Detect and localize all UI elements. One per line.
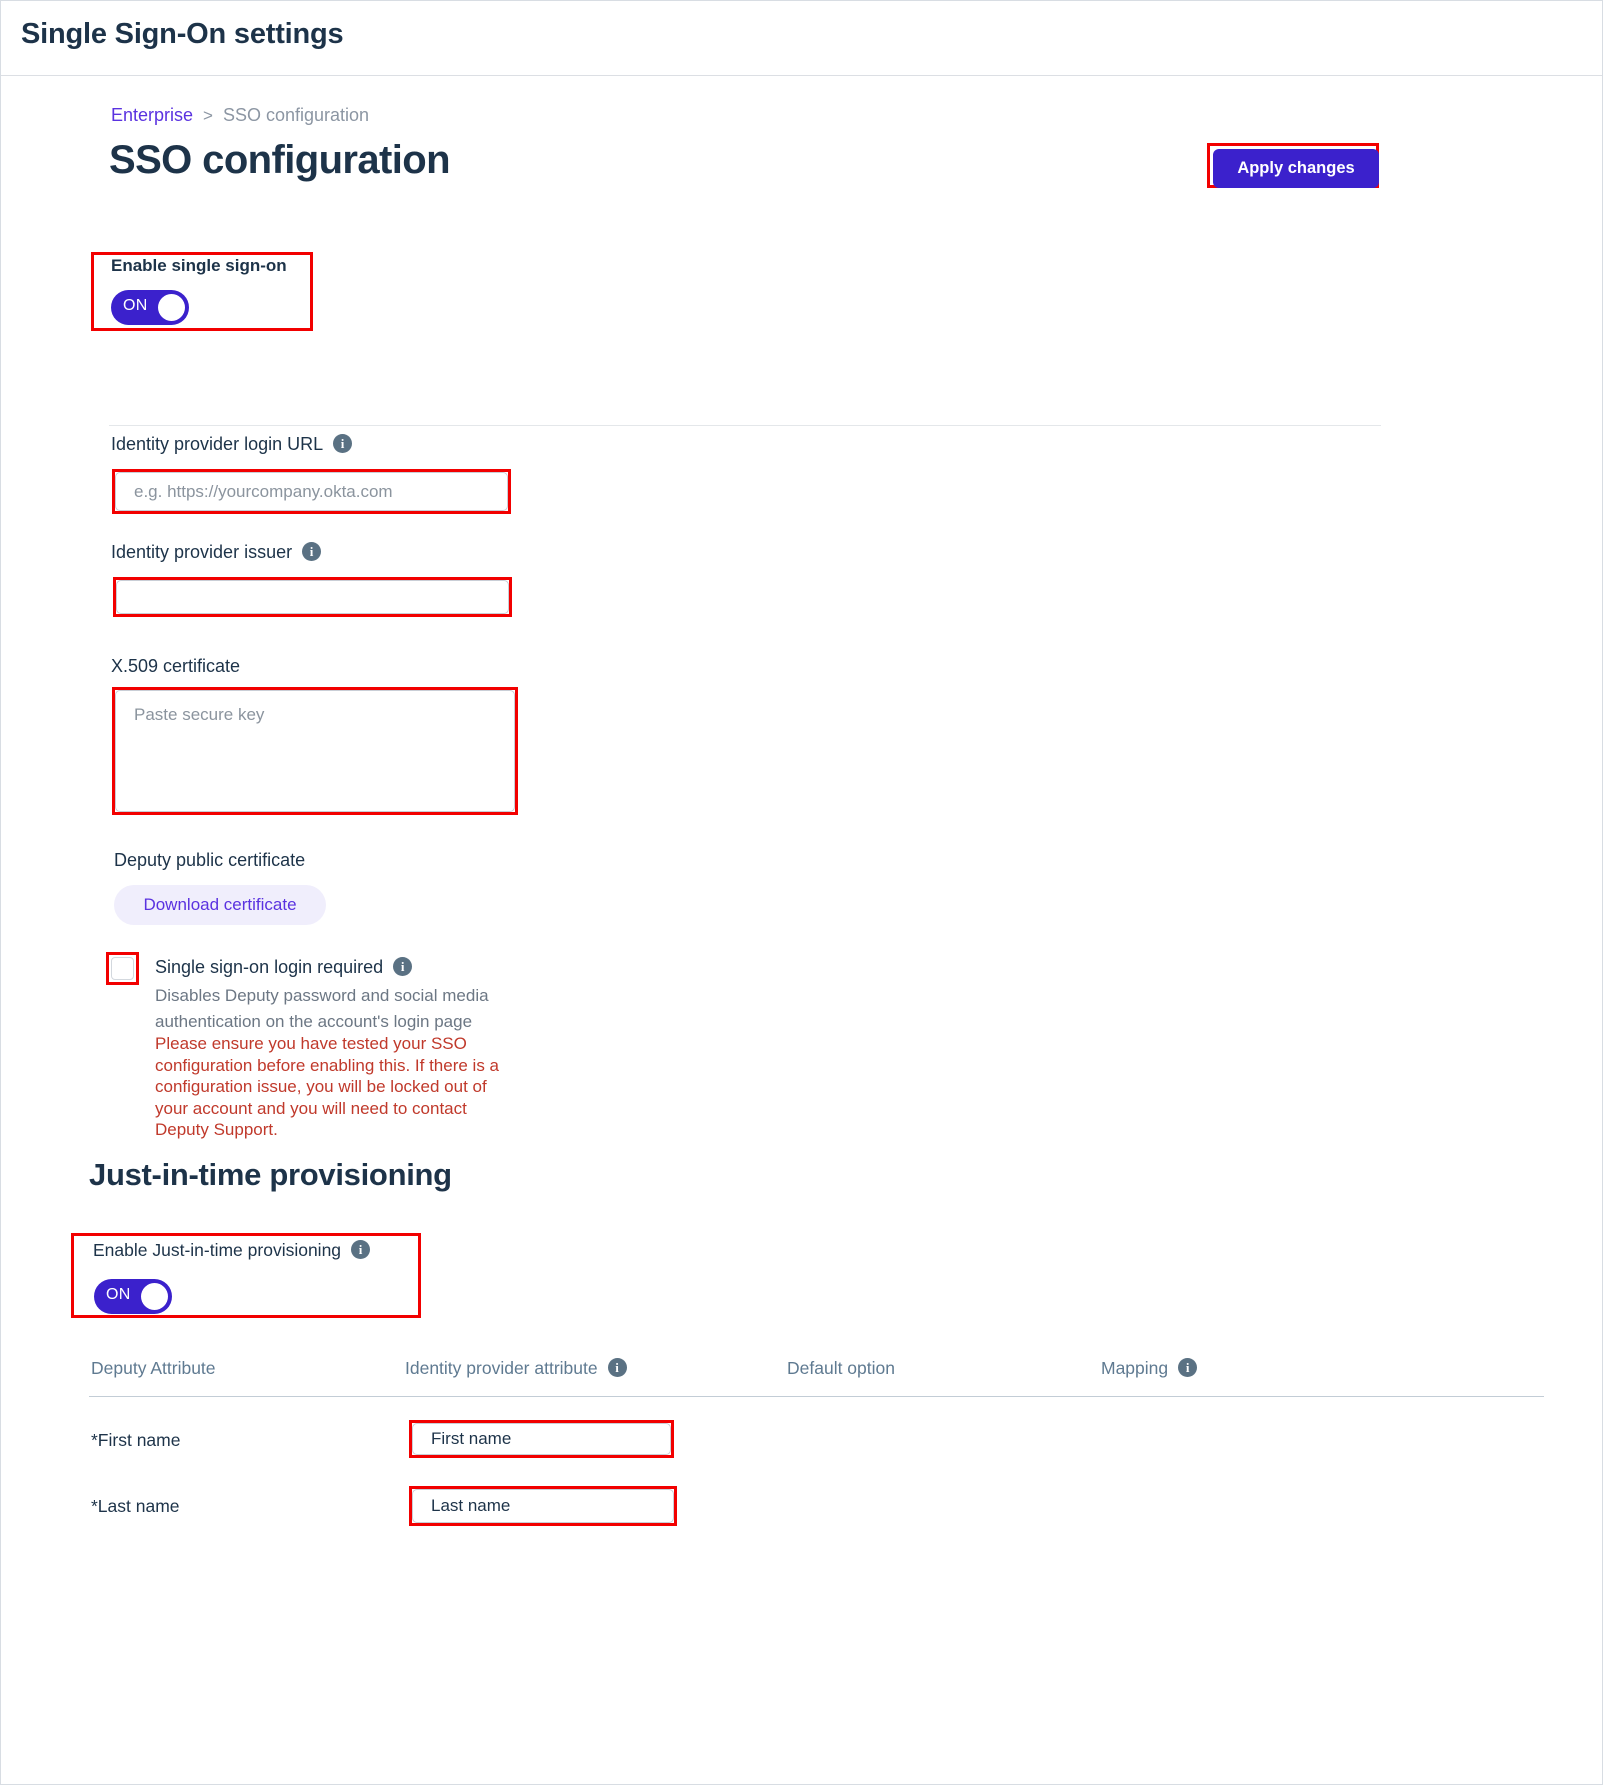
enable-jit-label-text: Enable Just-in-time provisioning [93, 1240, 342, 1260]
enable-sso-toggle-state: ON [123, 297, 148, 314]
sso-login-required-description: Disables Deputy password and social medi… [155, 986, 489, 1031]
deputy-public-certificate-label: Deputy public certificate [114, 850, 306, 870]
enable-sso-label: Enable single sign-on [111, 256, 287, 275]
last-name-attribute-input[interactable] [412, 1489, 674, 1523]
x509-certificate-label: X.509 certificate [111, 656, 241, 676]
info-icon[interactable]: i [351, 1240, 371, 1259]
breadcrumb-current: SSO configuration [222, 105, 370, 125]
info-icon[interactable]: i [333, 434, 353, 453]
jit-provisioning-heading: Just-in-time provisioning [89, 1157, 452, 1192]
table-column-header-idp-attribute-text: Identity provider attribute [405, 1358, 598, 1378]
toggle-knob-icon [158, 294, 185, 321]
info-icon[interactable]: i [393, 957, 413, 976]
sso-login-required-warning: Please ensure you have tested your SSO c… [155, 1034, 499, 1139]
table-column-header-default-option: Default option [787, 1358, 895, 1378]
download-certificate-button[interactable]: Download certificate [114, 885, 326, 925]
table-row: *Last name [91, 1496, 180, 1516]
table-row: *First name [91, 1430, 181, 1450]
breadcrumb-separator-icon: > [203, 106, 213, 125]
enable-jit-toggle-state: ON [106, 1286, 131, 1303]
sso-login-required-label-text: Single sign-on login required [155, 957, 384, 977]
toggle-knob-icon [141, 1283, 168, 1310]
idp-issuer-label-text: Identity provider issuer [111, 542, 293, 562]
first-name-attribute-input[interactable] [412, 1423, 671, 1455]
idp-login-url-label: Identity provider login URL i [111, 434, 353, 455]
sso-settings-page: Single Sign-On settings Enterprise > SSO c… [0, 0, 1603, 1785]
info-icon[interactable]: i [607, 1358, 627, 1377]
enable-sso-toggle[interactable]: ON [111, 290, 189, 325]
table-header-rule [89, 1396, 1544, 1397]
breadcrumb-link-enterprise[interactable]: Enterprise [111, 105, 193, 125]
enable-jit-label: Enable Just-in-time provisioning i [93, 1240, 371, 1261]
section-divider [109, 425, 1381, 426]
enable-jit-toggle[interactable]: ON [94, 1279, 172, 1314]
page-title: SSO configuration [109, 138, 451, 182]
x509-certificate-textarea[interactable] [115, 690, 515, 812]
table-column-header-mapping-text: Mapping [1101, 1358, 1169, 1378]
sso-login-required-checkbox[interactable] [111, 957, 134, 980]
idp-login-url-input[interactable] [115, 472, 508, 511]
window-header: Single Sign-On settings [1, 1, 1602, 76]
annotation-box-apply-changes: Apply changes [1207, 143, 1379, 188]
idp-issuer-label: Identity provider issuer i [111, 542, 322, 563]
table-column-header-idp-attribute: Identity provider attribute i [405, 1358, 627, 1379]
info-icon[interactable]: i [302, 542, 322, 561]
table-column-header-deputy-attribute: Deputy Attribute [91, 1358, 216, 1378]
breadcrumb: Enterprise > SSO configuration [111, 105, 369, 126]
idp-login-url-label-text: Identity provider login URL [111, 434, 324, 454]
table-column-header-mapping: Mapping i [1101, 1358, 1198, 1379]
sso-login-required-label: Single sign-on login required i [155, 957, 413, 978]
window-title: Single Sign-On settings [21, 18, 344, 50]
apply-changes-button[interactable]: Apply changes [1213, 149, 1379, 188]
idp-issuer-input[interactable] [116, 580, 509, 614]
info-icon[interactable]: i [1178, 1358, 1198, 1377]
